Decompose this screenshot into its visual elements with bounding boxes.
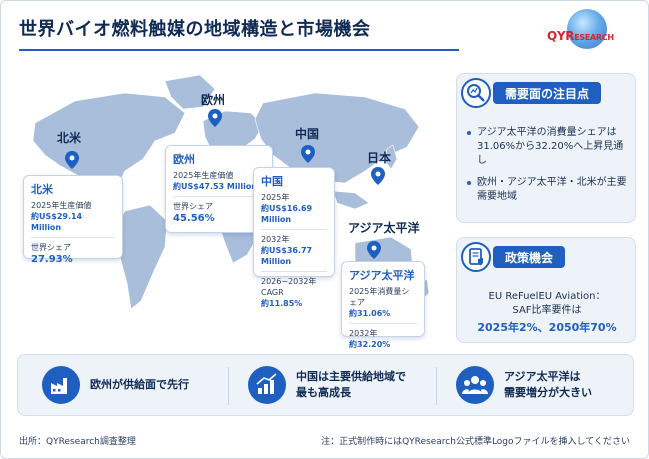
map-pin-icon [367, 241, 381, 259]
demand-bullet: アジア太平洋の消費量シェアは31.06%から32.20%へ上昇見通し [467, 126, 633, 168]
demand-bullet: 欧州・アジア太平洋・北米が主要需要地域 [467, 176, 633, 204]
page-title: 世界バイオ燃料触媒の地域構造と市場機会 [19, 19, 371, 40]
map-pin-icon [208, 109, 222, 127]
policy-heading: 政策機会 [493, 246, 566, 268]
infographic-page: 世界バイオ燃料触媒の地域構造と市場機会 QYRESEARCH 北米 欧州 中国 … [0, 0, 649, 459]
feature-europe: 欧州が供給面で先行 [42, 355, 212, 417]
document-shield-icon [461, 242, 491, 272]
demand-panel: 需要面の注目点 アジア太平洋の消費量シェアは31.06%から32.20%へ上昇見… [456, 73, 636, 223]
title-underline [19, 49, 459, 51]
label-china: 中国 [295, 127, 320, 141]
logo-note: 注：正式制作時にはQYResearch公式標準Logoファイルを挿入してください [321, 437, 630, 447]
feature-china: 中国は主要供給地域で 最も高成長 [248, 355, 418, 417]
logo-text: QYRESEARCH [547, 29, 614, 43]
feature-strip: 欧州が供給面で先行 中国は主要供給地域で 最も高成長 アジア太平洋は 需要増分が… [17, 354, 634, 416]
source-note: 出所：QYResearch調査整理 [19, 437, 136, 447]
map-se-asia [332, 190, 370, 210]
label-asia-pacific: アジア太平洋 [348, 221, 420, 235]
feature-text: 欧州が供給面で先行 [90, 378, 189, 391]
card-north-america: 北米 2025年生産価値 約US$29.14 Million 世界シェア 27.… [23, 175, 123, 265]
card-china: 中国 2025年 約US$16.69 Million 2032年 約US$36.… [253, 167, 335, 308]
people-group-icon [456, 366, 494, 404]
label-north-america: 北米 [57, 131, 82, 145]
label-europe: 欧州 [201, 93, 226, 107]
policy-panel: 政策機会 EU ReFuelEU Aviation： SAF比率要件は 2025… [456, 237, 636, 343]
search-chart-icon [461, 78, 491, 108]
qyresearch-logo: QYRESEARCH [547, 9, 639, 49]
policy-line1: EU ReFuelEU Aviation： [488, 291, 606, 302]
policy-line2: SAF比率要件は [512, 305, 582, 316]
map-pin-icon [301, 145, 315, 163]
feature-text: アジア太平洋は 需要増分が大きい [504, 370, 592, 399]
feature-asia-pacific: アジア太平洋は 需要増分が大きい [456, 355, 626, 417]
demand-heading: 需要面の注目点 [493, 82, 602, 104]
feature-text: 中国は主要供給地域で 最も高成長 [296, 370, 406, 399]
map-pin-icon [65, 151, 79, 169]
map-pin-icon [371, 167, 385, 185]
factory-icon [42, 366, 80, 404]
label-japan: 日本 [367, 151, 392, 165]
growth-chart-icon [248, 366, 286, 404]
world-map-area: 北米 欧州 中国 日本 アジア太平洋 北米 2025年生産価値 約US$29.1… [15, 63, 445, 349]
card-asia-pacific: アジア太平洋 2025年消費量シェア 約31.06% 2032年 約32.20% [341, 261, 425, 349]
policy-highlight: 2025年2%、2050年70% [477, 321, 617, 334]
